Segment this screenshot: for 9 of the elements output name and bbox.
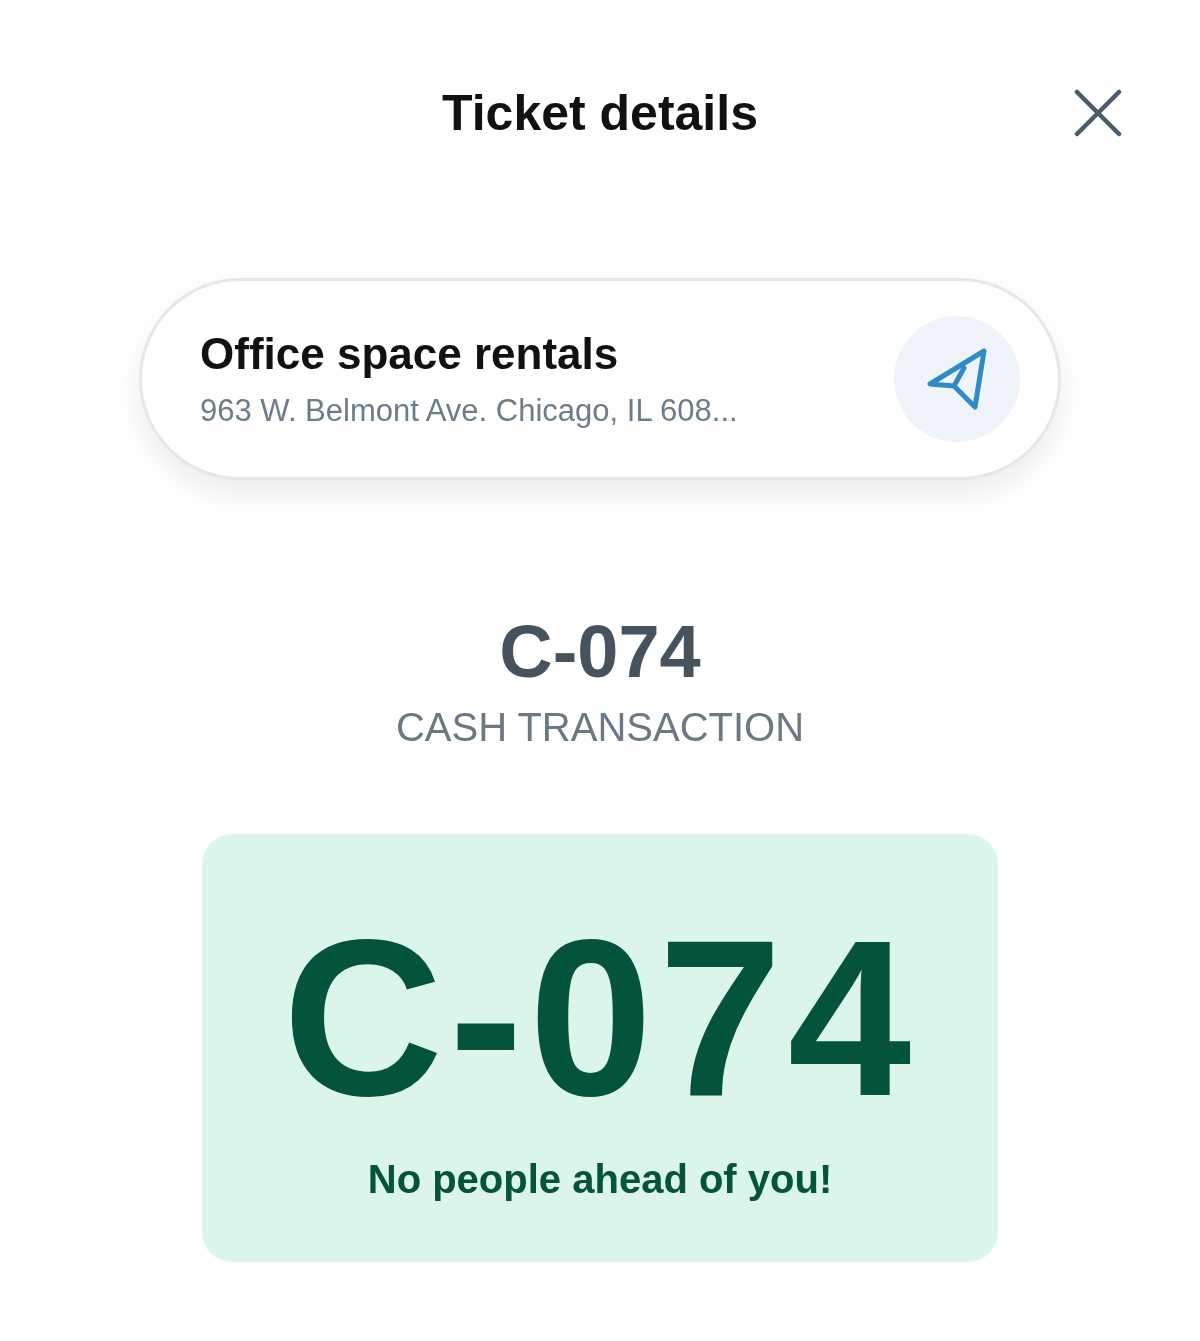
close-icon: [1074, 89, 1122, 137]
ticket-number: C-074: [499, 612, 701, 692]
location-name: Office space rentals: [200, 328, 620, 380]
ticket-number-large: C-074: [282, 918, 918, 1118]
queue-status-message: No people ahead of you!: [367, 1156, 833, 1203]
page-title: Ticket details: [442, 84, 758, 143]
transaction-type: CASH TRANSACTION: [395, 704, 805, 751]
paper-plane-icon: [926, 348, 988, 410]
location-address: 963 W. Belmont Ave. Chicago, IL 608...: [200, 392, 739, 430]
